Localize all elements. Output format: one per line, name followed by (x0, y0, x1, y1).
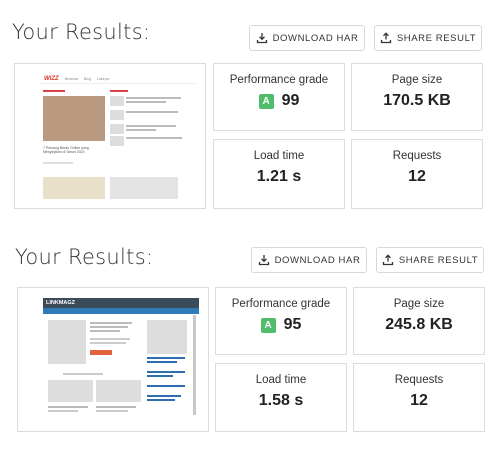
preview-logo: LINKMAGZ (46, 300, 76, 306)
results-title: Your Results: (15, 245, 154, 269)
performance-grade-value: 95 (283, 316, 302, 333)
requests-label: Requests (392, 150, 442, 162)
requests-value: 12 (408, 168, 426, 185)
performance-grade-label: Performance grade (231, 298, 331, 310)
preview-logo: WIZZ (44, 75, 59, 82)
download-har-button[interactable]: DOWNLOAD HAR (251, 247, 367, 273)
preview-nav-link: Blog (83, 76, 91, 81)
results-title: Your Results: (12, 20, 151, 44)
download-har-label: DOWNLOAD HAR (272, 32, 359, 44)
grade-badge: A (258, 93, 274, 109)
share-result-button[interactable]: SHARE RESULT (374, 25, 482, 51)
preview-navbar: LINKMAGZ (43, 298, 199, 308)
preview-card-image (43, 177, 105, 199)
share-icon (382, 254, 393, 266)
preview-hero-image (48, 320, 86, 364)
load-time-card: Load time 1.21 s (213, 139, 345, 209)
share-result-button[interactable]: SHARE RESULT (376, 247, 484, 273)
requests-card: Requests 12 (353, 363, 485, 432)
share-result-label: SHARE RESULT (396, 32, 477, 44)
preview-hero-image (43, 96, 105, 141)
preview-headline: 7 Peluang Bisnis Online yang Menjanjikan… (43, 146, 89, 154)
screenshot-preview: WIZZ Beranda Blog Lainnya 7 Peluang Bisn… (40, 74, 196, 199)
performance-grade-value-row: A 95 (216, 316, 346, 334)
requests-card: Requests 12 (351, 139, 483, 209)
download-icon (258, 255, 269, 266)
page-screenshot-thumbnail: LINKMAGZ (17, 287, 209, 432)
page-screenshot-thumbnail: WIZZ Beranda Blog Lainnya 7 Peluang Bisn… (14, 63, 206, 209)
preview-nav-link: Beranda (64, 76, 78, 81)
page-size-value: 170.5 KB (383, 92, 451, 109)
performance-grade-value: 99 (281, 92, 300, 109)
performance-grade-value-row: A 99 (214, 92, 344, 110)
performance-grade-label: Performance grade (229, 74, 329, 86)
preview-subnav (43, 308, 199, 314)
preview-navbar: WIZZ Beranda Blog Lainnya (40, 74, 196, 84)
download-har-label: DOWNLOAD HAR (274, 254, 361, 266)
share-result-label: SHARE RESULT (398, 254, 479, 266)
performance-grade-card: Performance grade A 99 (213, 63, 345, 131)
share-icon (380, 32, 391, 44)
load-time-label: Load time (255, 374, 307, 386)
screenshot-preview: LINKMAGZ (43, 298, 199, 423)
requests-value: 12 (410, 392, 428, 409)
page-size-value: 245.8 KB (385, 316, 453, 333)
page-size-label: Page size (393, 298, 445, 310)
load-time-label: Load time (253, 150, 305, 162)
page-size-card: Page size 245.8 KB (353, 287, 485, 355)
grade-badge: A (260, 317, 276, 333)
performance-grade-card: Performance grade A 95 (215, 287, 347, 355)
page-size-card: Page size 170.5 KB (351, 63, 483, 131)
load-time-value: 1.58 s (258, 392, 304, 409)
requests-label: Requests (394, 374, 444, 386)
load-time-card: Load time 1.58 s (215, 363, 347, 432)
page-size-label: Page size (391, 74, 443, 86)
download-icon (256, 33, 267, 44)
load-time-value: 1.21 s (256, 168, 302, 185)
download-har-button[interactable]: DOWNLOAD HAR (249, 25, 365, 51)
preview-nav-link: Lainnya (96, 76, 110, 81)
